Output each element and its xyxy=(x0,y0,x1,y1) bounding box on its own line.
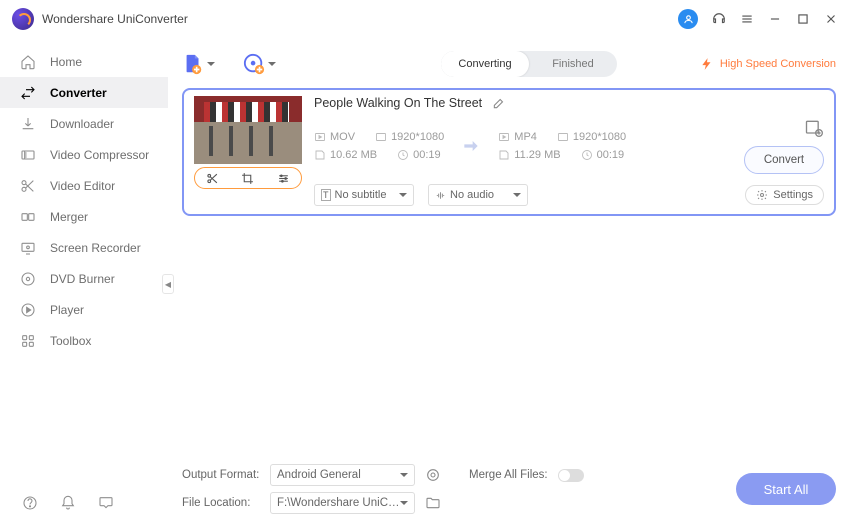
add-file-icon xyxy=(182,53,204,75)
sidebar-item-downloader[interactable]: Downloader xyxy=(0,108,168,139)
sidebar-label: Toolbox xyxy=(50,334,91,348)
file-location-label: File Location: xyxy=(182,497,260,509)
support-icon[interactable] xyxy=(712,12,726,26)
help-icon[interactable] xyxy=(22,495,38,511)
maximize-icon[interactable] xyxy=(796,12,810,26)
open-folder-icon[interactable] xyxy=(425,495,441,511)
close-icon[interactable] xyxy=(824,12,838,26)
chevron-down-icon xyxy=(513,193,521,197)
dvd-icon xyxy=(20,271,36,287)
edit-title-icon[interactable] xyxy=(492,96,506,110)
sidebar-label: Player xyxy=(50,303,84,317)
tab-converting[interactable]: Converting xyxy=(441,51,529,77)
menu-icon[interactable] xyxy=(740,12,754,26)
format-icon xyxy=(314,131,326,143)
video-thumbnail[interactable] xyxy=(194,96,302,164)
app-logo xyxy=(12,8,34,30)
sidebar-item-editor[interactable]: Video Editor xyxy=(0,170,168,201)
clock-icon xyxy=(581,149,593,161)
sidebar-item-dvd[interactable]: DVD Burner xyxy=(0,263,168,294)
sidebar-item-player[interactable]: Player xyxy=(0,294,168,325)
file-item: People Walking On The Street MOV 1920*10… xyxy=(182,88,836,216)
file-location-select[interactable]: F:\Wondershare UniConverter xyxy=(270,492,415,514)
chevron-down-icon xyxy=(399,193,407,197)
resolution-icon xyxy=(375,131,387,143)
chevron-down-icon xyxy=(400,501,408,505)
thumb-tools xyxy=(194,167,302,189)
home-icon xyxy=(20,54,36,70)
sidebar-item-merger[interactable]: Merger xyxy=(0,201,168,232)
sidebar-label: DVD Burner xyxy=(50,272,115,286)
chevron-down-icon xyxy=(400,473,408,477)
add-dvd-button[interactable] xyxy=(243,53,276,75)
hsc-button[interactable]: High Speed Conversion xyxy=(700,57,836,71)
tab-group: Converting Finished xyxy=(441,51,617,77)
minimize-icon[interactable] xyxy=(768,12,782,26)
download-icon xyxy=(20,116,36,132)
effects-button[interactable] xyxy=(274,169,292,187)
notification-icon[interactable] xyxy=(60,495,76,511)
sidebar-label: Video Compressor xyxy=(50,148,149,162)
sidebar-collapse-button[interactable]: ◀ xyxy=(162,274,174,294)
sidebar-item-compressor[interactable]: Video Compressor xyxy=(0,139,168,170)
sidebar-label: Converter xyxy=(50,86,107,100)
format-icon xyxy=(498,131,510,143)
compressor-icon xyxy=(20,147,36,163)
toolbox-icon xyxy=(20,333,36,349)
audio-icon xyxy=(435,190,446,201)
sidebar-label: Merger xyxy=(50,210,88,224)
user-avatar[interactable] xyxy=(678,9,698,29)
add-dvd-icon xyxy=(243,53,265,75)
resolution-icon xyxy=(557,131,569,143)
player-icon xyxy=(20,302,36,318)
sidebar-label: Downloader xyxy=(50,117,114,131)
format-settings-icon[interactable] xyxy=(425,467,441,483)
file-title: People Walking On The Street xyxy=(314,96,482,110)
sidebar-item-converter[interactable]: Converter xyxy=(0,77,168,108)
convert-button[interactable]: Convert xyxy=(744,146,824,174)
scissors-icon xyxy=(20,178,36,194)
tab-finished[interactable]: Finished xyxy=(529,51,617,77)
arrow-right-icon xyxy=(458,136,484,156)
output-format-select[interactable]: Android General xyxy=(270,464,415,486)
chevron-down-icon xyxy=(268,62,276,66)
merge-label: Merge All Files: xyxy=(469,469,548,481)
sidebar-item-toolbox[interactable]: Toolbox xyxy=(0,325,168,356)
crop-button[interactable] xyxy=(239,169,257,187)
merge-toggle[interactable] xyxy=(558,469,584,482)
sidebar-label: Home xyxy=(50,55,82,69)
output-format-label: Output Format: xyxy=(182,469,260,481)
size-icon xyxy=(498,149,510,161)
settings-button[interactable]: Settings xyxy=(745,185,824,205)
sidebar-label: Video Editor xyxy=(50,179,115,193)
clock-icon xyxy=(397,149,409,161)
converter-icon xyxy=(20,85,36,101)
subtitle-select[interactable]: TNo subtitle xyxy=(314,184,414,206)
size-icon xyxy=(314,149,326,161)
sidebar-item-home[interactable]: Home xyxy=(0,46,168,77)
format-settings-icon[interactable] xyxy=(804,118,824,138)
trim-button[interactable] xyxy=(204,169,222,187)
sidebar-item-screen[interactable]: Screen Recorder xyxy=(0,232,168,263)
start-all-button[interactable]: Start All xyxy=(736,473,836,505)
screen-icon xyxy=(20,240,36,256)
add-file-button[interactable] xyxy=(182,53,215,75)
audio-select[interactable]: No audio xyxy=(428,184,528,206)
feedback-icon[interactable] xyxy=(98,495,114,511)
gear-icon xyxy=(756,189,768,201)
app-title: Wondershare UniConverter xyxy=(42,12,188,26)
chevron-down-icon xyxy=(207,62,215,66)
merger-icon xyxy=(20,209,36,225)
lightning-icon xyxy=(700,57,714,71)
sidebar-label: Screen Recorder xyxy=(50,241,141,255)
